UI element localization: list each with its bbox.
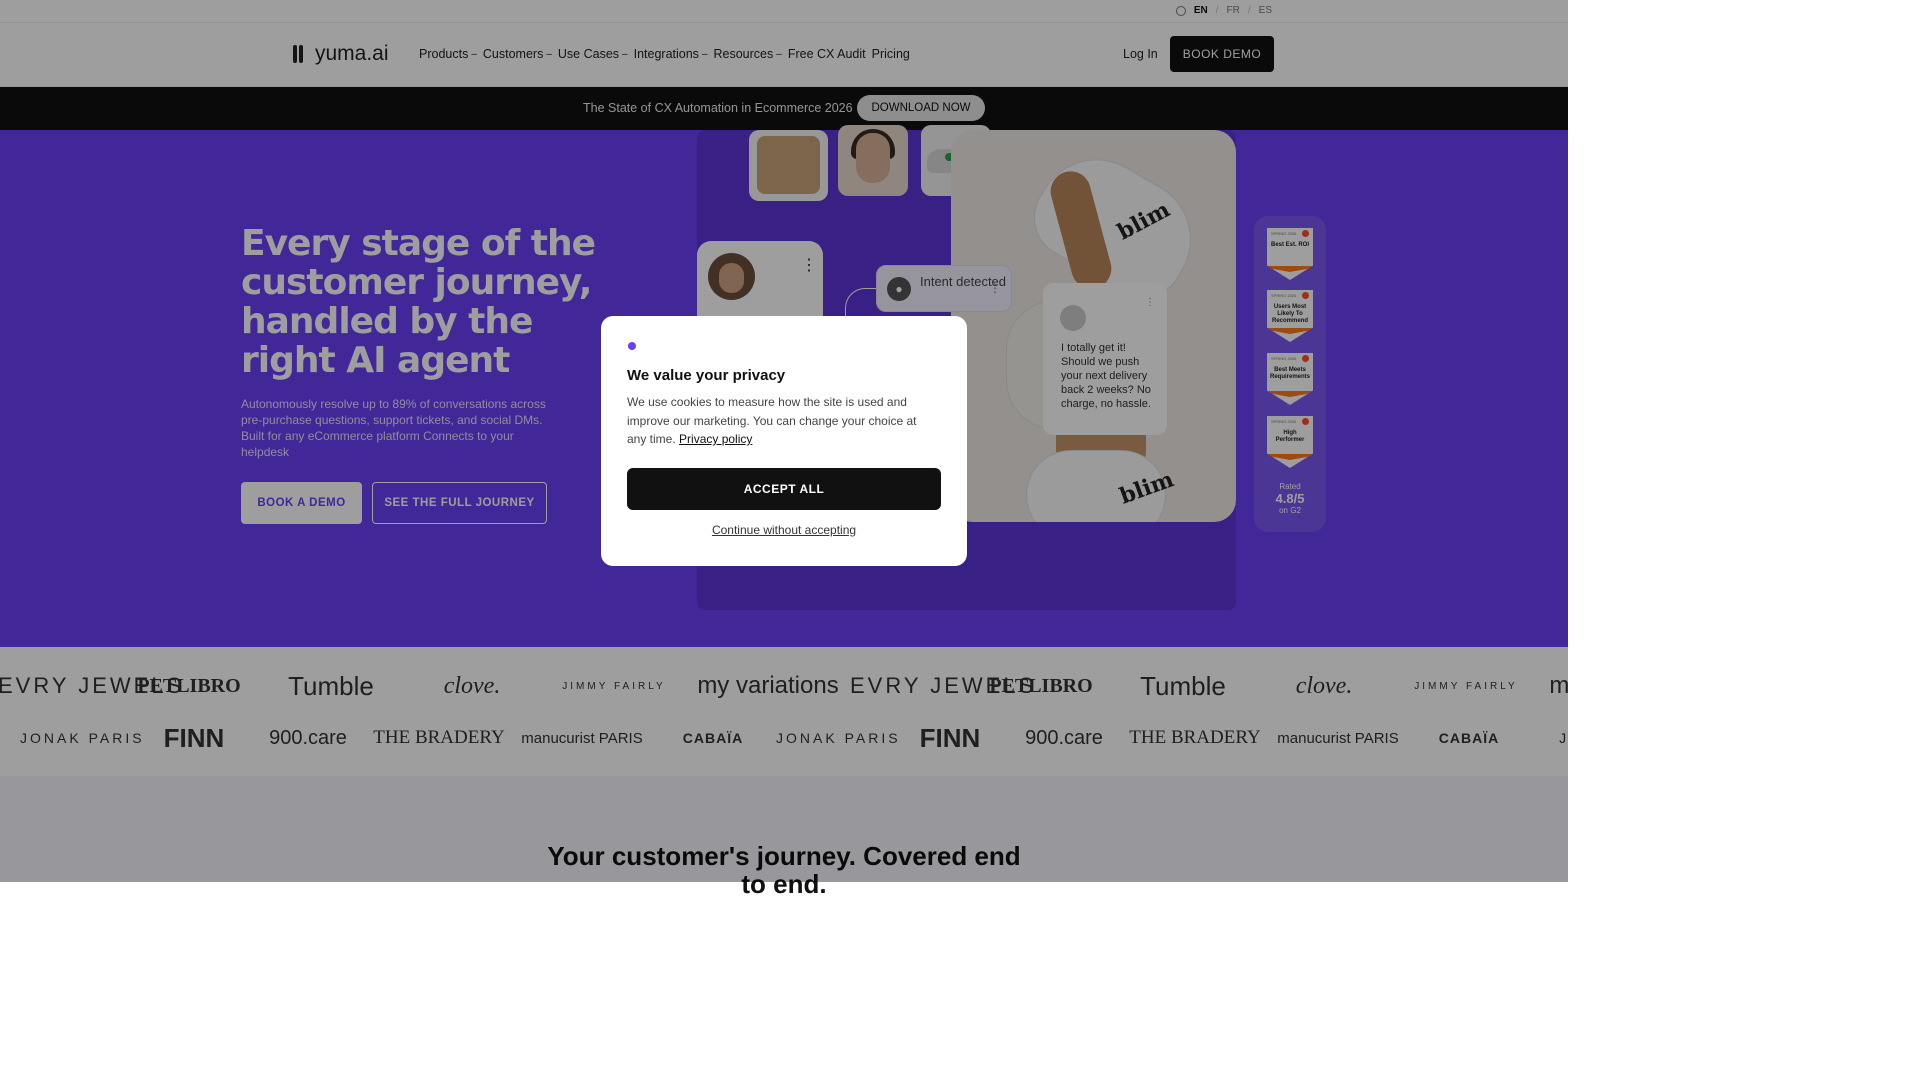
cookie-body: We use cookies to measure how the site i…	[627, 393, 937, 449]
cookie-text: We use cookies to measure how the site i…	[627, 395, 917, 446]
privacy-policy-link[interactable]: Privacy policy	[679, 432, 752, 446]
cookie-consent-modal: We value your privacy We use cookies to …	[601, 316, 967, 566]
continue-without-accepting-link[interactable]: Continue without accepting	[601, 523, 967, 537]
accept-all-button[interactable]: ACCEPT ALL	[627, 468, 941, 510]
brand-dot-icon	[628, 342, 636, 350]
cookie-title: We value your privacy	[627, 367, 786, 384]
